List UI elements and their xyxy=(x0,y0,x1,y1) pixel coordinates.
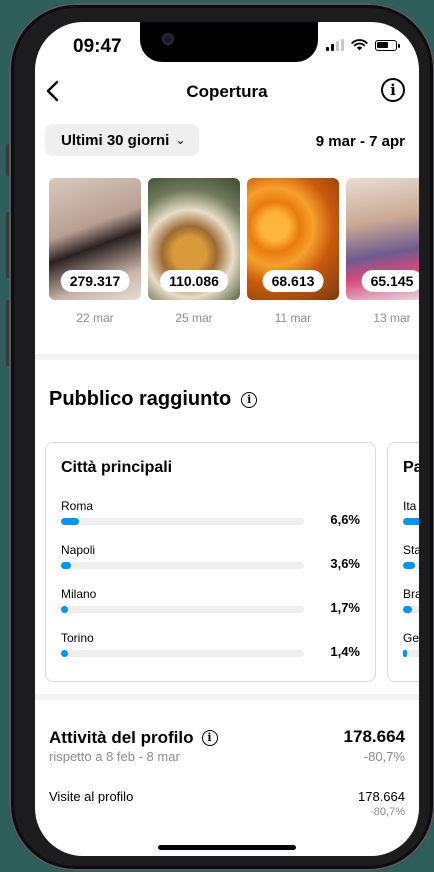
city-row: Roma 6,6% xyxy=(61,499,360,535)
profile-visits-value: 178.664 xyxy=(358,789,405,804)
profile-activity-total: 178.664 xyxy=(343,727,405,746)
country-row: Ge xyxy=(403,631,419,667)
progress-track xyxy=(403,650,419,657)
city-percentage: 6,6% xyxy=(330,512,360,527)
city-percentage: 1,7% xyxy=(330,600,360,615)
reel-date: 13 mar xyxy=(373,311,411,325)
reach-count-badge: 110.086 xyxy=(160,270,228,292)
home-indicator[interactable] xyxy=(158,845,296,850)
progress-track xyxy=(403,562,419,569)
city-row: Torino 1,4% xyxy=(61,631,360,667)
city-row: Milano 1,7% xyxy=(61,587,360,623)
screen: 09:47 Copertura i Ultimi 30 giorni ⌄ 9 m… xyxy=(35,22,419,856)
info-icon[interactable]: i xyxy=(201,730,218,746)
info-icon[interactable]: i xyxy=(241,391,258,408)
date-range-dropdown[interactable]: Ultimi 30 giorni ⌄ xyxy=(45,124,199,156)
country-label: Sta xyxy=(403,543,419,557)
progress-fill xyxy=(61,650,69,657)
city-percentage: 1,4% xyxy=(330,644,360,659)
date-range-text: 9 mar - 7 apr xyxy=(315,133,405,150)
progress-track xyxy=(403,518,419,525)
reel-date: 11 mar xyxy=(274,311,312,325)
reel-thumbnail[interactable]: 110.086 xyxy=(148,178,240,300)
reel-date: 25 mar xyxy=(175,311,213,325)
camera-icon xyxy=(162,33,174,45)
top-countries-card: Pa Ita Sta Bra Ge xyxy=(387,442,419,682)
progress-track xyxy=(61,562,304,569)
city-label: Napoli xyxy=(61,543,96,557)
profile-visits-label: Visite al profilo xyxy=(49,789,134,804)
comparison-period: rispetto a 8 feb - 8 mar xyxy=(49,749,180,764)
progress-fill xyxy=(403,650,408,657)
profile-visits-delta: -80,7% xyxy=(370,806,405,818)
info-icon[interactable]: i xyxy=(381,78,405,102)
city-label: Milano xyxy=(61,587,97,601)
wifi-icon xyxy=(351,39,368,51)
reach-count-badge: 65.145 xyxy=(361,270,419,292)
city-percentage: 3,6% xyxy=(330,556,360,571)
city-label: Roma xyxy=(61,499,94,513)
card-title: Pa xyxy=(403,459,419,476)
progress-track xyxy=(61,518,304,525)
top-cities-card: Città principali Roma 6,6% Napoli 3,6% M… xyxy=(45,442,376,682)
reel-thumbnail[interactable]: 68.613 xyxy=(247,178,339,300)
reach-count-badge: 279.317 xyxy=(60,270,130,292)
audience-section-title: Pubblico raggiunto i xyxy=(49,388,258,411)
date-range-dropdown-label: Ultimi 30 giorni xyxy=(61,131,170,149)
city-label: Torino xyxy=(61,631,94,645)
status-icons xyxy=(326,39,400,51)
country-row: Sta xyxy=(403,543,419,579)
reach-count-badge: 68.613 xyxy=(262,270,324,292)
profile-activity-title: Attività del profilo i xyxy=(49,728,218,748)
page-title: Copertura xyxy=(186,82,268,101)
status-time: 09:47 xyxy=(73,36,122,57)
signal-icon xyxy=(326,39,344,51)
chevron-down-icon: ⌄ xyxy=(175,133,186,147)
profile-activity-title-text: Attività del profilo xyxy=(49,728,194,747)
country-label: Bra xyxy=(403,587,419,601)
progress-track xyxy=(61,606,304,613)
progress-track xyxy=(403,606,419,613)
country-label: Ita xyxy=(403,499,417,513)
battery-icon xyxy=(375,39,400,51)
reel-date: 22 mar xyxy=(76,311,114,325)
dynamic-island xyxy=(140,22,318,62)
section-divider xyxy=(35,354,419,360)
progress-fill xyxy=(403,518,419,525)
country-row: Ita xyxy=(403,499,419,535)
city-row: Napoli 3,6% xyxy=(61,543,360,579)
country-label: Ge xyxy=(403,631,419,645)
progress-fill xyxy=(61,518,80,525)
progress-fill xyxy=(403,562,416,569)
audience-title-text: Pubblico raggiunto xyxy=(49,388,232,410)
reel-thumbnail[interactable]: 65.145 xyxy=(346,178,419,300)
top-content-carousel: 279.317 22 mar 110.086 25 mar 68.613 11 … xyxy=(49,178,419,328)
card-title: Città principali xyxy=(61,459,173,476)
nav-bar: Copertura i xyxy=(35,74,419,108)
progress-fill xyxy=(61,606,69,613)
progress-fill xyxy=(61,562,71,569)
progress-track xyxy=(61,650,304,657)
reel-thumbnail[interactable]: 279.317 xyxy=(49,178,141,300)
profile-activity-delta: -80,7% xyxy=(363,749,405,764)
progress-fill xyxy=(403,606,412,613)
country-row: Bra xyxy=(403,587,419,623)
section-divider xyxy=(35,694,419,700)
